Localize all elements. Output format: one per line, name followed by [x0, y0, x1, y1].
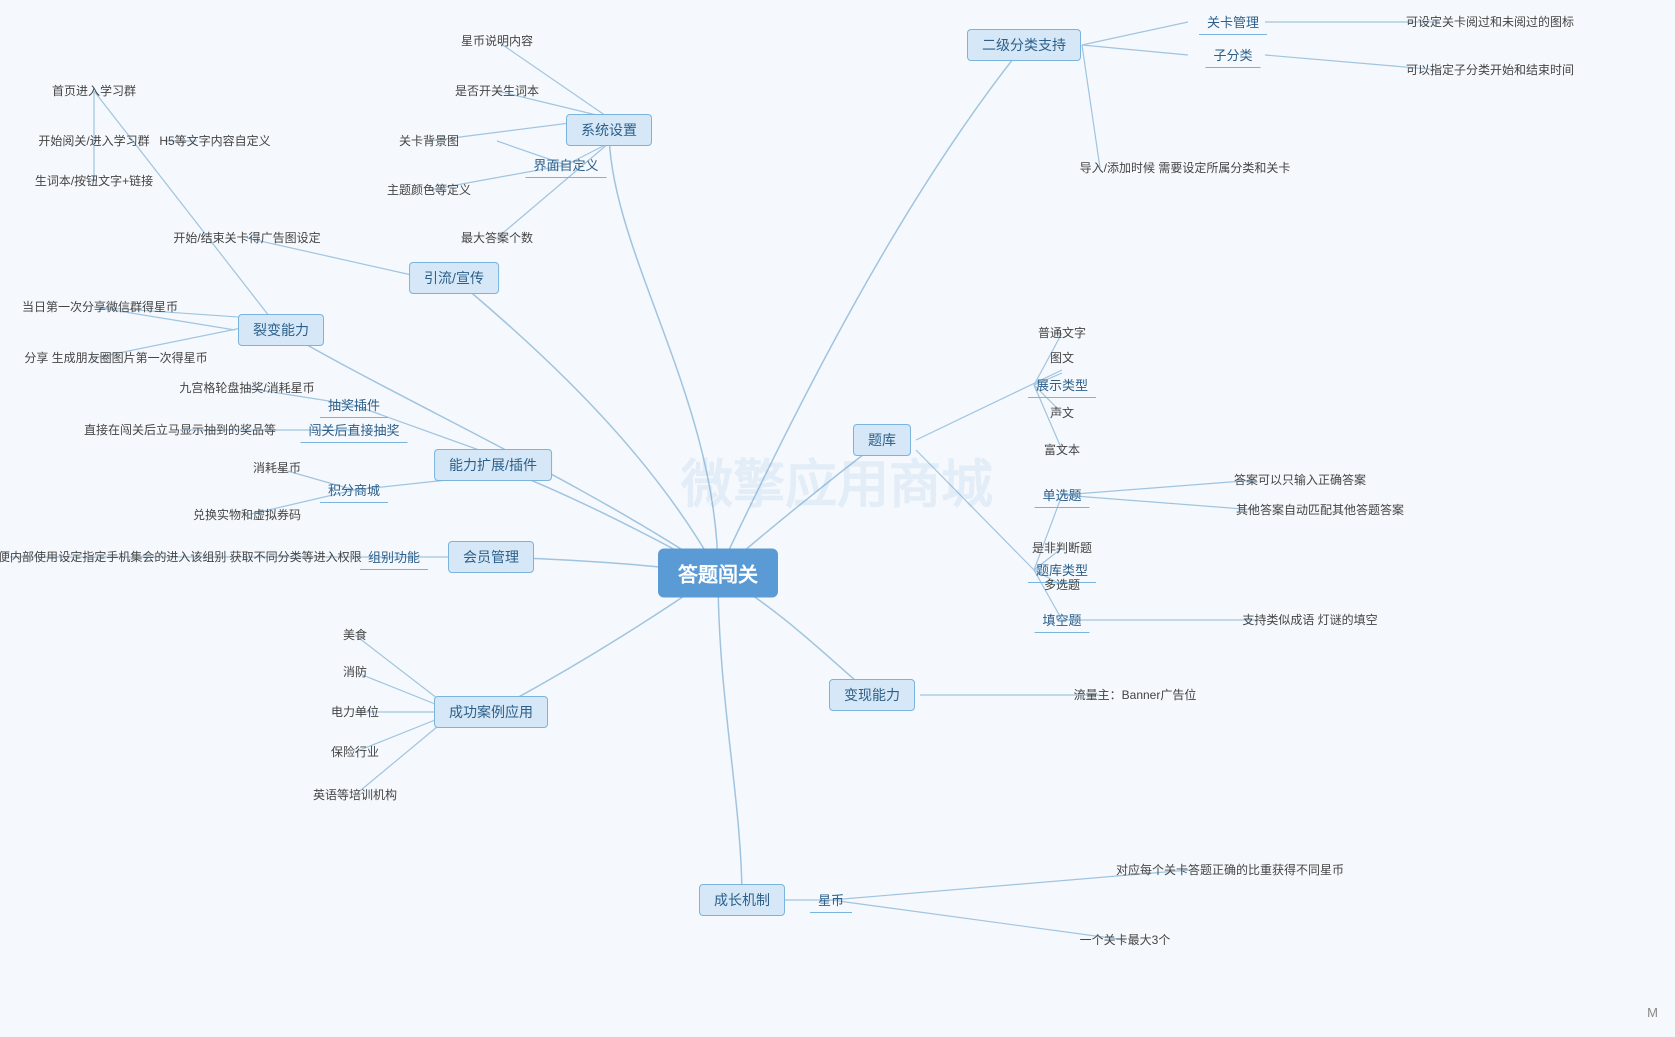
leaf-yige-guanka-zuida: 一个关卡最大3个: [1080, 931, 1171, 949]
watermark: 微擎应用商城: [681, 443, 993, 518]
node-tiku: 题库: [853, 424, 911, 456]
leaf-shifei-panjuanti: 是非判断题: [1032, 539, 1092, 557]
center-node: 答题闯关: [658, 549, 778, 598]
leaf-bianneibushiyong: 便内部使用: [0, 548, 58, 566]
leaf-shengwen: 声文: [1050, 404, 1074, 422]
leaf-duiying-guanka: 对应每个关卡答题正确的比重获得不同星币: [1116, 861, 1344, 879]
leaf-liuliang-zhu: 流量主：Banner广告位: [1074, 686, 1197, 704]
leaf-fuwen: 富文本: [1044, 441, 1080, 459]
leaf-kesheding-shijian: 可以指定子分类开始和结束时间: [1406, 61, 1574, 79]
node-yinliu-xuanchuan: 引流/宣传: [409, 262, 499, 294]
leaf-xingbi-shuoming: 星币说明内容: [461, 32, 533, 50]
node-dantixuanti: 单选题: [1034, 482, 1089, 508]
leaf-daoru-tianjia: 导入/添加时候 需要设定所属分类和关卡: [1080, 159, 1291, 177]
leaf-zhichilei: 支持类似成语 灯谜的填空: [1242, 611, 1377, 629]
node-jiemian-zidingyi: 界面自定义: [525, 152, 606, 178]
leaf-daan-zhique: 答案可以只输入正确答案: [1234, 471, 1366, 489]
node-zhanshleixing: 展示类型: [1028, 372, 1096, 398]
node-xingbi: 星币: [810, 887, 852, 913]
leaf-tuwen: 图文: [1050, 349, 1074, 367]
leaf-shengciben: 是否开关生词本: [455, 82, 539, 100]
node-choujiangjijian: 抽奖插件: [320, 392, 388, 418]
node-chengzhang-jizhi: 成长机制: [699, 884, 785, 916]
corner-mark: M: [1647, 1005, 1658, 1020]
node-xitong-shezhi: 系统设置: [566, 114, 652, 146]
node-liebian-nengli: 裂变能力: [238, 314, 324, 346]
leaf-xiaohao-xingbi: 消耗星币: [253, 459, 301, 477]
leaf-xiaofang: 消防: [343, 663, 367, 681]
leaf-dianlidanwei: 电力单位: [331, 703, 379, 721]
node-nengli-kuozhan: 能力扩展/插件: [434, 449, 552, 481]
node-chenggong-anli: 成功案例应用: [434, 696, 548, 728]
leaf-kaishi-jieshu-guanggao: 开始/结束关卡得广告图设定: [173, 229, 320, 247]
leaf-putong-wenzi: 普通文字: [1038, 324, 1086, 342]
node-biancheng-nengli: 变现能力: [829, 679, 915, 711]
node-guanka-guanli: 关卡管理: [1199, 9, 1267, 35]
leaf-kaishi-yue: 开始阅关/进入学习群: [38, 132, 149, 150]
leaf-yingyu-peixun: 英语等培训机构: [313, 786, 397, 804]
leaf-guanka-beijingtu: 关卡背景图: [399, 132, 459, 150]
leaf-meishi: 美食: [343, 626, 367, 644]
node-chuanguanhou-zhijie: 闯关后直接抽奖: [300, 417, 407, 443]
node-erji-fenlei: 二级分类支持: [967, 29, 1081, 61]
leaf-h5-wenzi: H5等文字内容自定义: [159, 132, 270, 150]
leaf-sheding-shouji: 设定指定手机集会的进入该组别 获取不同分类等进入权限: [58, 548, 361, 566]
leaf-baoxianhangye: 保险行业: [331, 743, 379, 761]
leaf-kesheding-guanka: 可设定关卡阅过和未阅过的图标: [1406, 13, 1574, 31]
node-huiyuan-guanli: 会员管理: [448, 541, 534, 573]
leaf-qita-daan: 其他答案自动匹配其他答题答案: [1236, 501, 1404, 519]
node-tiankongti: 填空题: [1034, 607, 1089, 633]
node-zifenlei: 子分类: [1205, 42, 1260, 68]
leaf-zhuti-yanse: 主题颜色等定义: [387, 181, 471, 199]
node-zubie-gongneng: 组别功能: [360, 544, 428, 570]
leaf-dangri-fenxiang: 当日第一次分享微信群得星币: [22, 298, 178, 316]
node-jifen-shangcheng: 积分商城: [320, 477, 388, 503]
leaf-shouye-jinru: 首页进入学习群: [52, 82, 136, 100]
leaf-zuida-daan: 最大答案个数: [461, 229, 533, 247]
leaf-shengciben-btn: 生词本/按钮文字+链接: [35, 172, 153, 190]
leaf-fenxiang-pengyouquan: 分享 生成朋友圈图片第一次得星币: [24, 349, 207, 367]
leaf-jiugong-lunpan: 九宫格轮盘抽奖/消耗星币: [179, 379, 314, 397]
leaf-duihuan-shiwu: 兑换实物和虚拟券码: [193, 506, 301, 524]
leaf-duoxuanti: 多选题: [1044, 576, 1080, 594]
leaf-zhijie-mianxian: 直接在闯关后立马显示抽到的奖品等: [84, 421, 276, 439]
